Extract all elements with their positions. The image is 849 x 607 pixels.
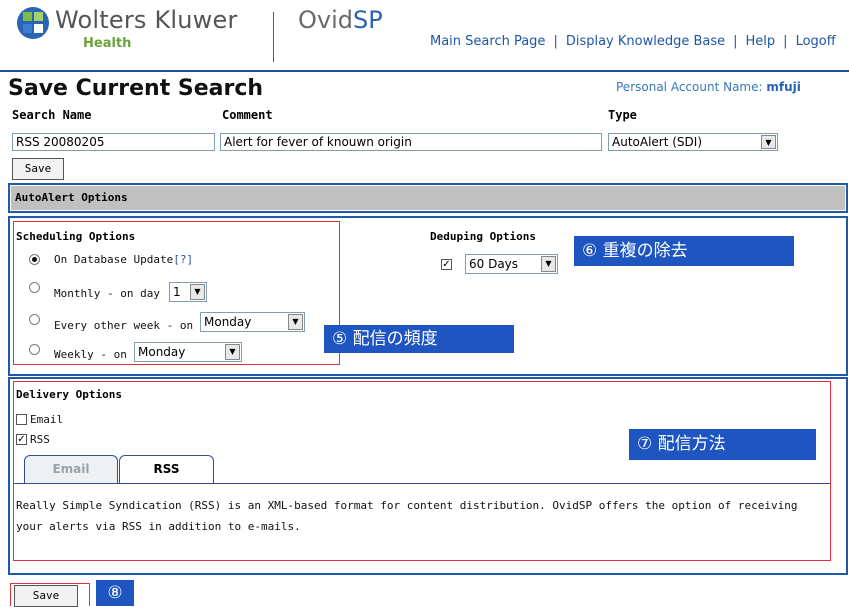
account-info: Personal Account Name: mfuji <box>616 80 801 94</box>
radio-monthly[interactable] <box>29 282 40 293</box>
callout-frequency: ⑤ 配信の頻度 <box>324 325 514 353</box>
chevron-down-icon: ▼ <box>190 284 205 300</box>
nav-help[interactable]: Help <box>746 34 776 49</box>
radio-on-database-update[interactable] <box>29 254 40 265</box>
email-label: Email <box>30 413 64 426</box>
header-divider <box>273 12 274 62</box>
rss-checkbox[interactable]: ✓ <box>16 434 27 445</box>
deduping-value: 60 Days <box>469 257 519 271</box>
every-other-week-label: Every other week - on <box>54 319 194 332</box>
save-button[interactable]: Save <box>12 158 64 180</box>
callout-delivery: ⑦ 配信方法 <box>629 429 816 460</box>
search-name-input[interactable] <box>12 133 215 151</box>
type-label: Type <box>608 108 637 122</box>
every-other-week-day-select[interactable]: Monday ▼ <box>200 312 305 332</box>
comment-input[interactable] <box>220 133 602 151</box>
monthly-label: Monthly - on day <box>54 287 160 300</box>
wolters-kluwer-logo-icon <box>17 7 49 39</box>
chevron-down-icon: ▼ <box>761 135 776 149</box>
scheduling-title: Scheduling Options <box>16 230 136 243</box>
type-select[interactable]: AutoAlert (SDI) ▼ <box>608 133 778 151</box>
radio-weekly[interactable] <box>29 344 40 355</box>
deduping-select[interactable]: 60 Days ▼ <box>465 254 558 274</box>
deduping-checkbox[interactable]: ✓ <box>441 259 452 270</box>
brand-name: Wolters Kluwer <box>55 6 238 34</box>
nav-main-search-page[interactable]: Main Search Page <box>430 34 545 49</box>
email-checkbox[interactable] <box>16 414 27 425</box>
callout-dedupe: ⑥ 重複の除去 <box>574 236 794 266</box>
deduping-title: Deduping Options <box>430 230 536 243</box>
delivery-title: Delivery Options <box>16 388 122 401</box>
chevron-down-icon: ▼ <box>288 314 303 330</box>
account-name: mfuji <box>766 80 801 94</box>
weekly-day-select[interactable]: Monday ▼ <box>134 342 242 362</box>
on-database-update-label: On Database Update[?] <box>54 253 194 266</box>
weekly-label: Weekly - on <box>54 348 127 361</box>
monthly-day-select[interactable]: 1 ▼ <box>169 282 207 302</box>
product-name: OvidSP <box>298 6 383 34</box>
brand-subtitle: Health <box>83 36 132 51</box>
radio-every-other-week[interactable] <box>29 314 40 325</box>
chevron-down-icon: ▼ <box>225 344 240 360</box>
chevron-down-icon: ▼ <box>541 256 556 272</box>
tab-baseline <box>14 483 830 484</box>
every-other-week-day-value: Monday <box>204 315 252 329</box>
search-name-label: Search Name <box>12 108 92 122</box>
callout-save: ⑧ <box>96 580 134 606</box>
header-rule <box>0 70 849 72</box>
tab-email[interactable]: Email <box>24 455 118 483</box>
weekly-day-value: Monday <box>138 345 186 359</box>
comment-label: Comment <box>222 108 273 122</box>
page-title: Save Current Search <box>8 76 264 101</box>
autoalert-section-title: AutoAlert Options <box>11 186 845 210</box>
rss-description: Really Simple Syndication (RSS) is an XM… <box>16 499 798 533</box>
nav-display-knowledge-base[interactable]: Display Knowledge Base <box>566 34 725 49</box>
type-select-value: AutoAlert (SDI) <box>612 135 702 149</box>
bottom-save-button[interactable]: Save <box>14 585 78 607</box>
top-navigation: Main Search Page | Display Knowledge Base |… <box>430 34 836 49</box>
monthly-day-value: 1 <box>173 285 181 299</box>
nav-logoff[interactable]: Logoff <box>796 34 836 49</box>
help-link[interactable]: [?] <box>173 253 193 266</box>
rss-label: RSS <box>30 433 50 446</box>
tab-rss[interactable]: RSS <box>119 455 214 484</box>
